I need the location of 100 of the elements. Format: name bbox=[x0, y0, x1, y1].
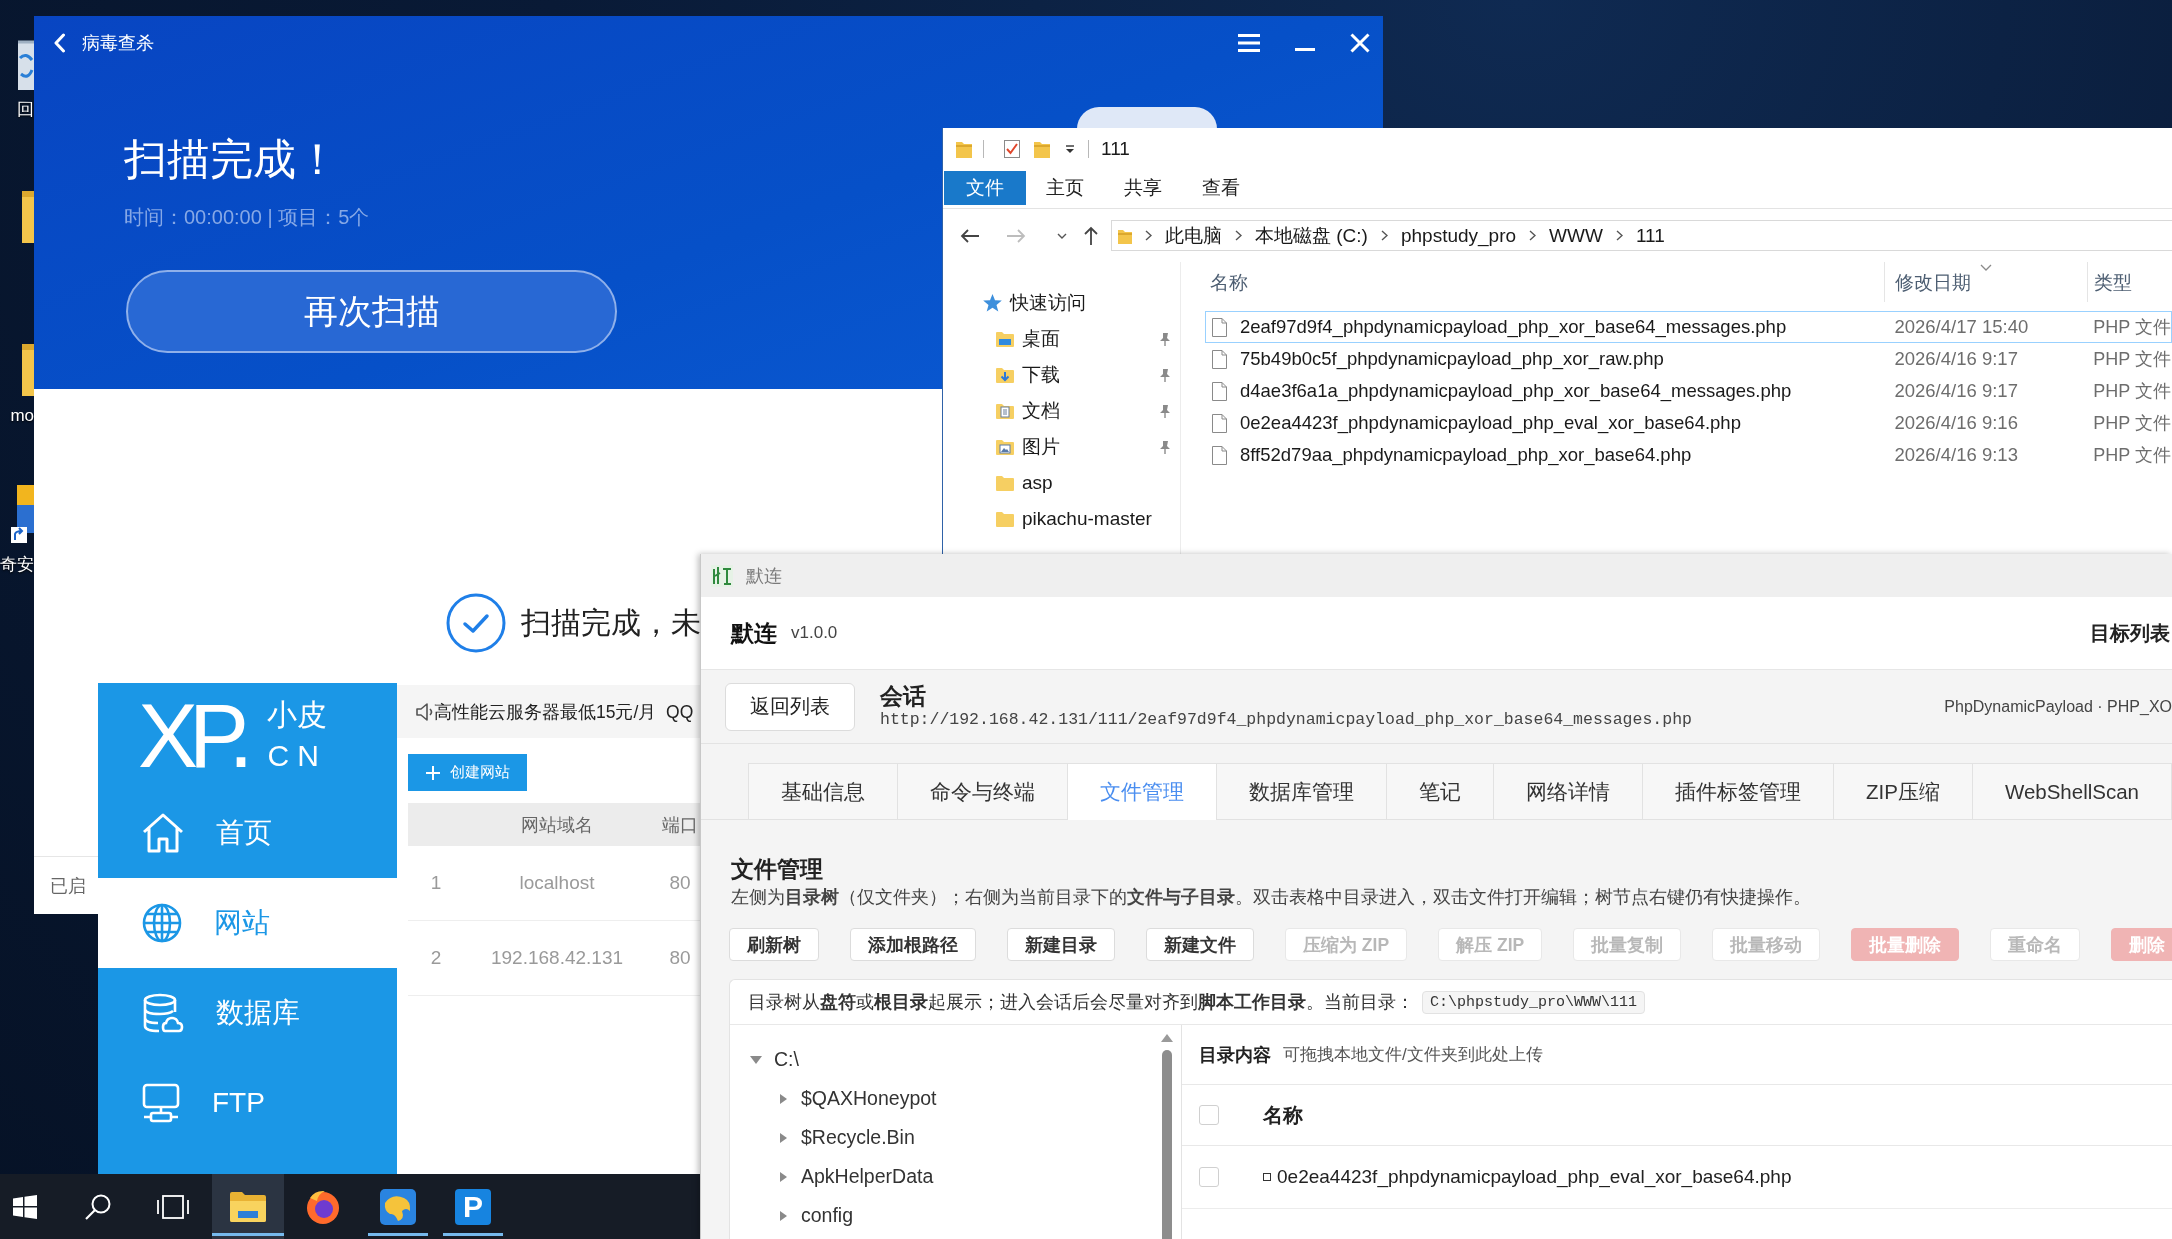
globe-icon bbox=[142, 903, 182, 943]
nav-item[interactable]: 文档 bbox=[943, 393, 1180, 429]
icon-label: 回 bbox=[17, 99, 34, 121]
back-button[interactable]: 返回列表 bbox=[725, 682, 855, 731]
shortcut-icon[interactable] bbox=[11, 485, 34, 545]
session-url: http://192.168.42.131/111/2eaf97d9f4_phpdynamicpayload_php_xor_base64_messages.php bbox=[880, 708, 1692, 731]
tab[interactable]: 基础信息 bbox=[748, 763, 898, 819]
ribbon-tab[interactable]: 主页 bbox=[1026, 171, 1104, 205]
taskbar-button[interactable]: P bbox=[437, 1174, 509, 1239]
folder-icon bbox=[230, 1191, 266, 1222]
file-type: PHP 文件 bbox=[2093, 413, 2171, 433]
toolbar-button[interactable]: 刷新树 bbox=[729, 928, 819, 961]
address-bar[interactable]: 此电脑 本地磁盘 (C:) phpstudy_pro WWW 111 bbox=[1111, 220, 2172, 251]
minimize-icon[interactable] bbox=[1295, 47, 1315, 51]
upload-hint: 可拖拽本地文件/文件夹到此处上传 bbox=[1283, 1044, 1543, 1066]
back-icon[interactable] bbox=[53, 33, 66, 53]
checklist-icon[interactable] bbox=[1004, 139, 1020, 158]
session-title: 会话 bbox=[880, 682, 927, 709]
nav-item[interactable]: pikachu-master bbox=[943, 501, 1180, 537]
frames-icon bbox=[157, 1194, 189, 1219]
tree-node[interactable]: config bbox=[730, 1196, 860, 1235]
column-header[interactable]: 修改日期 bbox=[1895, 269, 1971, 295]
breadcrumb-item[interactable]: WWW bbox=[1549, 224, 1603, 247]
file-type: PHP 文件 bbox=[2093, 381, 2171, 401]
plus-icon bbox=[425, 765, 440, 780]
icon-label: 奇安 bbox=[0, 554, 34, 576]
table-cell: 80 bbox=[669, 872, 691, 893]
file-name: 75b49b0c5f_phpdynamicpayload_php_xor_raw.php bbox=[1240, 348, 1664, 370]
ribbon-tab[interactable]: 文件 bbox=[944, 171, 1026, 205]
tree-node[interactable]: $QAXHoneypot bbox=[730, 1079, 943, 1118]
window-panes-icon bbox=[13, 1194, 37, 1219]
file-date: 2026/4/16 9:17 bbox=[1894, 380, 2018, 401]
breadcrumb-item[interactable]: phpstudy_pro bbox=[1400, 224, 1517, 247]
version-text: v1.0.0 bbox=[791, 623, 838, 643]
chevron-icon bbox=[1380, 230, 1388, 241]
caret-right-icon[interactable] bbox=[779, 1210, 787, 1221]
file-row[interactable]: 2eaf97d9f4_phpdynamicpayload_php_xor_base64_messages.php 2026/4/17 15:40 PHP 文件 bbox=[1205, 311, 2172, 343]
target-list-link[interactable]: 目标列表 bbox=[2090, 619, 2172, 647]
close-icon[interactable] bbox=[1350, 33, 1370, 53]
caret-right-icon[interactable] bbox=[779, 1132, 787, 1143]
picture-folder-icon bbox=[996, 439, 1014, 455]
caret-icon[interactable] bbox=[1065, 144, 1075, 153]
tab[interactable]: WebShellScan bbox=[1971, 763, 2172, 819]
up-arrow-icon[interactable] bbox=[1083, 225, 1099, 246]
nav-item[interactable]: asp bbox=[943, 465, 1180, 501]
column-header[interactable]: 名称 bbox=[1263, 1101, 1303, 1129]
file-type: PHP 文件 bbox=[2093, 317, 2171, 337]
file-row[interactable]: 75b49b0c5f_phpdynamicpayload_php_xor_raw.php 2026/4/16 9:17 PHP 文件 bbox=[1205, 343, 2172, 375]
table-cell: 2 bbox=[430, 947, 442, 968]
icon-label: mo bbox=[10, 405, 34, 427]
checkbox[interactable] bbox=[1199, 1167, 1219, 1187]
breadcrumb-item[interactable]: 此电脑 bbox=[1165, 222, 1222, 249]
table-cell: 80 bbox=[669, 947, 691, 968]
file-name: 0e2ea4423f_phpdynamicpayload_php_eval_xor_base64.php bbox=[1240, 412, 1741, 434]
scan-summary: 时间：00:00:00 | 项目：5个 bbox=[124, 205, 370, 230]
file-icon bbox=[1212, 349, 1227, 369]
nav-item[interactable]: 快速访问 bbox=[943, 285, 1180, 321]
section-description: 左侧为目录树（仅文件夹）；右侧为当前目录下的文件与子目录。双击表格中目录进入，双击文件打开编辑；树节点右键仍有快捷操作。 bbox=[731, 886, 1811, 909]
ribbon-tab[interactable]: 查看 bbox=[1182, 171, 1260, 205]
file-row[interactable]: 8ff52d79aa_phpdynamicpayload_php_xor_base64.php 2026/4/16 9:13 PHP 文件 bbox=[1205, 439, 2172, 471]
caret-down-icon[interactable] bbox=[750, 1055, 762, 1064]
caret-icon[interactable] bbox=[1057, 232, 1067, 239]
breadcrumb-item[interactable]: 本地磁盘 (C:) bbox=[1255, 222, 1368, 249]
caret-right-icon[interactable] bbox=[779, 1171, 787, 1182]
file-row[interactable]: d4ae3f6a1a_phpdynamicpayload_php_xor_base64_messages.php 2026/4/16 9:17 PHP 文件 bbox=[1205, 375, 2172, 407]
nav-item[interactable]: 图片 bbox=[943, 429, 1180, 465]
file-type: PHP 文件 bbox=[2093, 349, 2171, 369]
ribbon-tab[interactable]: 共享 bbox=[1104, 171, 1182, 205]
rescan-button[interactable]: 再次扫描 bbox=[126, 270, 617, 353]
section-title: 文件管理 bbox=[731, 855, 824, 883]
back-arrow-icon[interactable] bbox=[960, 227, 980, 244]
caret-right-icon[interactable] bbox=[779, 1093, 787, 1104]
file-name[interactable]: 0e2ea4423f_phpdynamicpayload_php_eval_xor_base64.php bbox=[1277, 1166, 1792, 1188]
toolbar-button[interactable]: 新建目录 bbox=[1007, 928, 1115, 961]
file-icon bbox=[1212, 445, 1227, 465]
pin-icon bbox=[1159, 332, 1171, 346]
app-name: 默连 bbox=[731, 618, 777, 648]
app-icon bbox=[711, 564, 733, 587]
column-header[interactable]: 名称 bbox=[1210, 269, 1248, 295]
scroll-thumb[interactable] bbox=[1162, 1050, 1172, 1239]
menu-icon[interactable] bbox=[1238, 34, 1260, 52]
toolbar-button[interactable]: 添加根路径 bbox=[850, 928, 976, 961]
taskbar-button[interactable] bbox=[212, 1174, 284, 1239]
nav-item[interactable]: 下载 bbox=[943, 357, 1180, 393]
result-text: 扫描完成，未 bbox=[521, 604, 701, 641]
pin-icon bbox=[1159, 368, 1171, 382]
tree-node[interactable]: C:\ bbox=[730, 1040, 805, 1079]
checkbox[interactable] bbox=[1199, 1105, 1219, 1125]
scroll-up-icon[interactable] bbox=[1161, 1034, 1173, 1042]
file-date: 2026/4/16 9:13 bbox=[1894, 444, 2018, 465]
notice-text: 高性能云服务器最低15元/月 QQ bbox=[434, 700, 694, 724]
column-header[interactable]: 类型 bbox=[2094, 269, 2132, 295]
toolbar-button[interactable]: 新建文件 bbox=[1146, 928, 1254, 961]
nav-item[interactable]: 桌面 bbox=[943, 321, 1180, 357]
tree-node[interactable]: ApkHelperData bbox=[730, 1157, 940, 1196]
file-name: 2eaf97d9f4_phpdynamicpayload_php_xor_base64_messages.php bbox=[1240, 316, 1787, 338]
window-title: 病毒查杀 bbox=[82, 32, 154, 55]
breadcrumb-item[interactable]: 111 bbox=[1635, 224, 1665, 247]
file-row[interactable]: 0e2ea4423f_phpdynamicpayload_php_eval_xor_base64.php 2026/4/16 9:16 PHP 文件 bbox=[1205, 407, 2172, 439]
tree-node[interactable]: $Recycle.Bin bbox=[730, 1118, 921, 1157]
